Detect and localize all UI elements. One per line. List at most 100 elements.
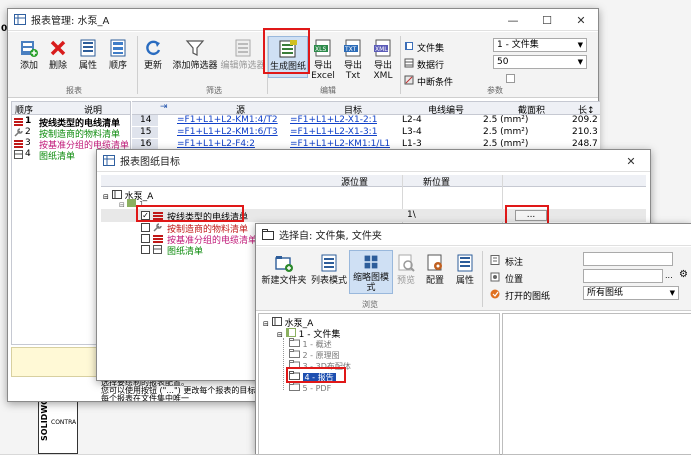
refresh-button[interactable]: 更新 (139, 38, 167, 71)
ribbon-separator (137, 36, 138, 94)
col-desc-header: 说明 (84, 106, 103, 116)
collapse-icon[interactable]: ⊟ (103, 193, 109, 201)
new-folder-button[interactable]: 新建文件夹 (260, 253, 308, 286)
select-folder-dialog: 选择自: 文件集, 文件夹 新建文件夹 列表模式 缩略图模式 预览 配置 属性 … (255, 223, 691, 455)
tree-folder-label: 1 - 概述 (302, 340, 332, 349)
order-label: 顺序 (108, 61, 127, 71)
group-edit-label: 编辑 (320, 86, 336, 95)
thumbnail-mode-label: 缩略图模式 (352, 273, 389, 293)
config-label: 配置 (425, 276, 444, 286)
order-button[interactable]: 顺序 (104, 38, 132, 71)
target-link[interactable]: =F1+L1+L2-X1-2:1 (290, 115, 377, 125)
add-button[interactable]: 添加 (14, 38, 44, 71)
delete-button[interactable]: 删除 (44, 38, 72, 71)
param-break-checkbox[interactable] (506, 74, 515, 83)
export-txt-button[interactable]: TXT 导出 Txt (339, 38, 367, 81)
group-filter-label: 筛选 (206, 86, 222, 95)
filter-icon (185, 40, 205, 56)
list-item[interactable]: 1 按线类型的电线清单 (12, 116, 130, 129)
collapse-icon[interactable]: ⊟ (277, 331, 283, 339)
xml-icon: XML (374, 39, 391, 57)
maximize-button[interactable]: ☐ (530, 9, 564, 31)
source-link[interactable]: =F1+L1+L2-KM1:6/T3 (177, 127, 278, 137)
opened-drawing-select[interactable]: 所有图纸 ▼ (583, 286, 679, 300)
close-button[interactable]: ✕ (614, 150, 648, 172)
list-item[interactable]: 3 按基准分组的电缆清单 (12, 138, 130, 151)
minimize-button[interactable]: — (496, 9, 530, 31)
param-rows-select[interactable]: 50 ▼ (493, 55, 587, 69)
table-row[interactable]: 14 =F1+L1+L2-KM1:4/T2 =F1+L1+L2-X1-2:1 L… (132, 115, 600, 126)
thumbnail-mode-button[interactable]: 缩略图模式 (349, 250, 393, 294)
position-browse-button[interactable]: ... (665, 271, 673, 280)
length: 210.3 (572, 127, 598, 137)
param-break-label: 中断条件 (417, 78, 454, 88)
edit-filter-label: 编辑筛选器 (220, 61, 266, 71)
source-link[interactable]: =F1+L1+L2-F4:2 (177, 139, 255, 149)
collapse-icon[interactable]: ⊟ (263, 320, 269, 328)
wrench-icon (153, 223, 162, 232)
list-item-order: 3 (25, 138, 31, 148)
position-input[interactable] (583, 269, 663, 283)
close-button[interactable]: ✕ (564, 9, 598, 31)
export-txt-label: 导出 Txt (343, 61, 362, 81)
config-button[interactable]: 配置 (422, 253, 448, 286)
target-new-position: 1\ (407, 210, 416, 220)
highlight-selected-folder (286, 367, 346, 383)
target-row-label: 图纸清单 (167, 247, 204, 257)
drawing-list-icon (14, 150, 23, 159)
export-excel-button[interactable]: XLS 导出 Excel (309, 38, 337, 81)
svg-text:TXT: TXT (344, 46, 357, 53)
target-checkbox[interactable] (141, 234, 150, 243)
add-filter-button[interactable]: 添加筛选器 (172, 38, 218, 71)
highlight-generate (263, 28, 310, 74)
source-link[interactable]: =F1+L1+L2-KM1:4/T2 (177, 115, 278, 125)
collapse-icon[interactable]: ⊟ (119, 201, 125, 209)
break-icon (404, 75, 414, 85)
select-dialog-titlebar: 选择自: 文件集, 文件夹 (256, 224, 691, 246)
group-param-label: 参数 (487, 86, 503, 95)
collapse-arrow-icon[interactable]: ⇥ (160, 102, 168, 112)
folder-tree-panel: ⊟ 水泵_A ⊟ 1 - 文件集 1 - 概述 2 - 原理图 3 - 3D布配… (258, 313, 500, 455)
report-manager-title: 报表管理: 水泵_A (31, 16, 110, 27)
properties-button[interactable]: 属性 (74, 38, 102, 71)
position-label: 位置 (505, 275, 524, 285)
cross-section: 2.5 (mm²) (483, 115, 529, 125)
list-mode-button[interactable]: 列表模式 (310, 253, 348, 286)
drawing-list-icon (153, 245, 162, 254)
target-checkbox[interactable] (141, 245, 150, 254)
target-link[interactable]: =F1+L1+L2-X1-3:1 (290, 127, 377, 137)
col-new-position: 新位置 (423, 178, 451, 188)
table-icon (103, 155, 115, 166)
preview-label: 预览 (396, 276, 415, 286)
project-icon (271, 317, 282, 326)
table-header: ⇥ 源 目标 电线编号 截面积 长↕ (132, 102, 600, 116)
excel-icon: XLS (314, 39, 331, 57)
delete-icon (50, 40, 66, 56)
refresh-label: 更新 (143, 61, 162, 71)
wire-number: L3-4 (402, 127, 422, 137)
ribbon-separator (482, 251, 483, 307)
folder-icon (262, 229, 274, 240)
properties-button[interactable]: 属性 (452, 253, 478, 286)
preview-button[interactable]: 预览 (393, 253, 419, 286)
chevron-down-icon: ▼ (577, 41, 583, 49)
opened-drawing-value: 所有图纸 (587, 288, 624, 298)
properties-label: 属性 (455, 276, 474, 286)
tree-folder[interactable]: 5 - PDF (289, 382, 331, 393)
position-settings-icon[interactable]: ⚙ (679, 269, 688, 280)
target-checkbox[interactable] (141, 223, 150, 232)
list-item[interactable]: 2 按制造商的物料清单 (12, 127, 130, 140)
mark-label: 标注 (505, 258, 524, 268)
param-book-select[interactable]: 1 - 文件集 ▼ (493, 38, 587, 52)
add-filter-label: 添加筛选器 (172, 61, 218, 71)
param-rows-label: 数据行 (417, 61, 445, 71)
cad-rotated-text: SOLIDWO (39, 398, 49, 441)
edit-filter-button[interactable]: 编辑筛选器 (220, 38, 266, 71)
target-dialog-title: 报表图纸目标 (120, 157, 180, 168)
export-xml-button[interactable]: XML 导出 XML (369, 38, 397, 81)
target-link[interactable]: =F1+L1+L2-KM1:1/L1 (290, 139, 390, 149)
svg-text:XLS: XLS (315, 46, 326, 53)
folder-icon (289, 338, 300, 347)
mark-input[interactable] (583, 252, 673, 266)
table-row[interactable]: 15 =F1+L1+L2-KM1:6/T3 =F1+L1+L2-X1-3:1 L… (132, 127, 600, 138)
